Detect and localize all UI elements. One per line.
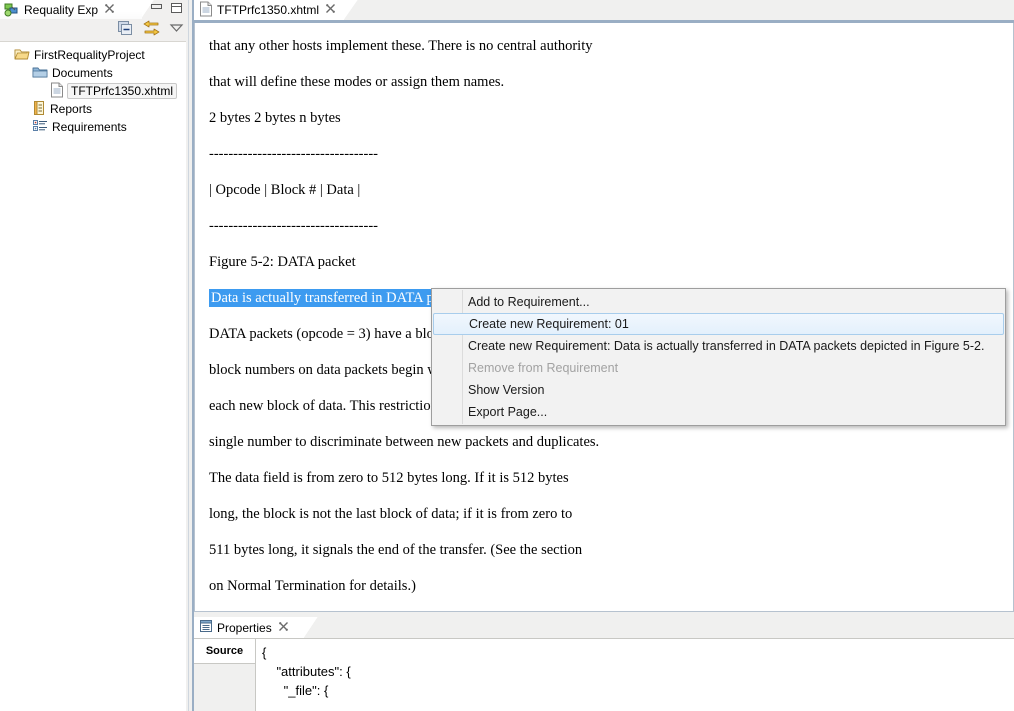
menu-item-remove-from-requirement: Remove from Requirement xyxy=(468,361,619,375)
doc-line: single number to discriminate between ne… xyxy=(209,434,600,450)
explorer-tab-label: Requality Exp xyxy=(24,2,99,17)
doc-line: on Normal Termination for details.) xyxy=(209,578,416,594)
doc-line: ----------------------------------- xyxy=(209,218,379,234)
collapse-all-icon[interactable] xyxy=(117,20,134,39)
editor-tab-label: TFTPrfc1350.xhtml xyxy=(217,3,320,17)
doc-line: ----------------------------------- xyxy=(209,146,379,162)
vertical-sash[interactable] xyxy=(187,0,194,711)
minimize-icon[interactable] xyxy=(150,3,163,17)
context-menu[interactable]: Add to Requirement... Create new Require… xyxy=(431,288,1006,426)
tree-item-reports[interactable]: Reports xyxy=(0,100,186,118)
tab-properties[interactable]: Properties xyxy=(194,617,318,638)
tree-item-tftprfc1350-xhtml[interactable]: TFTPrfc1350.xhtml xyxy=(0,82,186,100)
doc-line: that any other hosts implement these. Th… xyxy=(209,38,593,54)
close-icon[interactable] xyxy=(325,3,336,17)
source-line: "attributes": { xyxy=(262,664,351,679)
project-tree[interactable]: FirstRequalityProject Documents TFTPrfc1… xyxy=(0,41,186,711)
menu-item-add-to-requirement[interactable]: Add to Requirement... xyxy=(432,291,1005,313)
project-folder-icon xyxy=(14,47,30,64)
folder-icon xyxy=(32,65,48,82)
menu-item-create-new-requirement-01[interactable]: Create new Requirement: 01 xyxy=(433,313,1004,335)
close-icon[interactable] xyxy=(278,621,289,635)
maximize-icon[interactable] xyxy=(170,2,183,17)
source-line: "_file": { xyxy=(262,683,329,698)
tree-item-documents[interactable]: Documents xyxy=(0,64,186,82)
requirements-icon xyxy=(32,118,48,136)
properties-tab-label: Properties xyxy=(217,620,272,635)
doc-line: The data field is from zero to 512 bytes… xyxy=(209,470,569,486)
doc-line: 511 bytes long, it signals the end of th… xyxy=(209,542,583,558)
doc-line: 2 bytes 2 bytes n bytes xyxy=(209,110,341,126)
editor-tab-strip: TFTPrfc1350.xhtml xyxy=(194,0,1014,20)
explorer-tab-strip: Requality Exp xyxy=(0,0,187,19)
document-file-icon xyxy=(50,82,64,101)
view-menu-icon[interactable] xyxy=(169,21,184,38)
tree-item-requirements[interactable]: Requirements xyxy=(0,118,186,136)
xhtml-file-icon xyxy=(199,1,213,20)
doc-line: Figure 5-2: DATA packet xyxy=(209,254,356,270)
tree-item-label: Documents xyxy=(52,66,113,80)
source-line: { xyxy=(262,645,267,660)
tree-item-label: Reports xyxy=(50,102,93,116)
tab-tftprfc1350-xhtml[interactable]: TFTPrfc1350.xhtml xyxy=(194,0,358,20)
reports-icon xyxy=(32,100,46,119)
tree-item-project[interactable]: FirstRequalityProject xyxy=(0,46,186,64)
view-window-controls xyxy=(150,2,183,17)
properties-icon xyxy=(199,619,213,636)
menu-item-create-new-requirement-text[interactable]: Create new Requirement: Data is actually… xyxy=(432,335,1005,357)
tree-item-label: FirstRequalityProject xyxy=(34,48,145,62)
properties-source-content[interactable]: { "attributes": { "_file": { xyxy=(256,639,1014,711)
explorer-toolbar xyxy=(0,19,187,41)
doc-line: that will define these modes or assign t… xyxy=(209,74,505,90)
close-icon[interactable] xyxy=(104,3,115,17)
doc-line: | Opcode | Block # | Data | xyxy=(209,182,361,198)
doc-line: long, the block is not the last block of… xyxy=(209,506,573,522)
menu-item-show-version[interactable]: Show Version xyxy=(432,379,1005,401)
properties-side-tabs: Source xyxy=(194,639,256,711)
requality-explorer-view: Requality Exp FirstRequalityProject Docu… xyxy=(0,0,187,711)
tree-item-label: Requirements xyxy=(52,120,127,134)
eclipse-workbench-window: Requality Exp FirstRequalityProject Docu… xyxy=(0,0,1014,711)
properties-body: Source { "attributes": { "_file": { xyxy=(194,639,1014,711)
menu-item-export-page[interactable]: Export Page... xyxy=(432,401,1005,423)
requality-explorer-icon xyxy=(4,2,20,18)
tree-item-label: TFTPrfc1350.xhtml xyxy=(67,83,178,99)
tab-requality-explorer[interactable]: Requality Exp xyxy=(0,0,155,19)
properties-view: Properties Source { "attributes": { "_fi… xyxy=(194,617,1014,711)
link-with-editor-icon[interactable] xyxy=(142,20,161,39)
side-tab-source[interactable]: Source xyxy=(194,639,255,664)
